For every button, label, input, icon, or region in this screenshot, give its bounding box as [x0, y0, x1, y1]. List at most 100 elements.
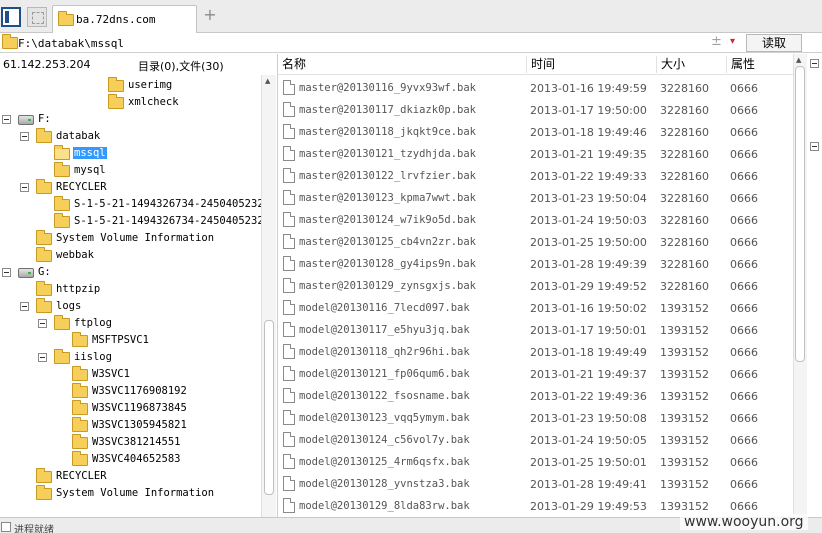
tree-node-label: MSFTPSVC1	[92, 334, 149, 346]
tree-node[interactable]: G:	[0, 264, 261, 281]
tree-node[interactable]: httpzip	[0, 281, 261, 298]
scroll-thumb[interactable]	[795, 66, 805, 362]
file-row[interactable]: master@20130123_kpma7wwt.bak 2013-01-23 1…	[278, 187, 793, 209]
folder-icon	[72, 400, 88, 415]
file-row[interactable]: master@20130118_jkqkt9ce.bak 2013-01-18 1…	[278, 121, 793, 143]
tree-scrollbar[interactable]: ▲	[261, 75, 276, 517]
file-name: model@20130125_4rm6qsfx.bak	[299, 456, 470, 468]
file-attr: 0666	[730, 192, 758, 205]
file-row[interactable]: master@20130128_gy4ips9n.bak 2013-01-28 1…	[278, 253, 793, 275]
tree-node[interactable]: S-1-5-21-1494326734-2450405232-	[0, 196, 261, 213]
folder-icon	[54, 196, 70, 211]
collapse-icon[interactable]	[2, 268, 11, 277]
path-input[interactable]	[18, 35, 708, 51]
file-name: model@20130128_yvnstza3.bak	[299, 478, 470, 490]
file-attr: 0666	[730, 236, 758, 249]
collapse-icon[interactable]	[810, 59, 819, 68]
file-name: model@20130123_vqq5ymym.bak	[299, 412, 470, 424]
file-row[interactable]: model@20130124_c56vol7y.bak 2013-01-24 19…	[278, 429, 793, 451]
file-name: model@20130122_fsosname.bak	[299, 390, 470, 402]
tree-node-label: W3SVC381214551	[92, 436, 181, 448]
folder-icon	[36, 298, 52, 313]
file-attr: 0666	[730, 456, 758, 469]
file-time: 2013-01-18 19:49:46	[530, 126, 647, 139]
column-time[interactable]: 时间	[527, 56, 657, 73]
column-size[interactable]: 大小	[657, 56, 727, 73]
collapse-icon[interactable]	[2, 115, 11, 124]
tree-node[interactable]: RECYCLER	[0, 179, 261, 196]
scroll-up-icon[interactable]: ▲	[796, 56, 801, 64]
tree-node-label: W3SVC1176908192	[92, 385, 187, 397]
file-row[interactable]: model@20130122_fsosname.bak 2013-01-22 19…	[278, 385, 793, 407]
tree-node[interactable]: webbak	[0, 247, 261, 264]
tree-node[interactable]: iislog	[0, 349, 261, 366]
chevron-down-icon[interactable]: ▾	[730, 36, 735, 47]
file-row[interactable]: model@20130117_e5hyu3jq.bak 2013-01-17 19…	[278, 319, 793, 341]
file-row[interactable]: model@20130121_fp06qum6.bak 2013-01-21 19…	[278, 363, 793, 385]
tree-node[interactable]: W3SVC381214551	[0, 434, 261, 451]
side-toolbar	[807, 54, 822, 517]
tree-node[interactable]: userimg	[0, 77, 261, 94]
panel-toggle-button[interactable]	[1, 7, 21, 27]
plus-minus-icon[interactable]: ±	[711, 34, 722, 49]
tree-node[interactable]: logs	[0, 298, 261, 315]
tree-node[interactable]: mssql	[0, 145, 261, 162]
file-attr: 0666	[730, 82, 758, 95]
tree-node-label: S-1-5-21-1494326734-2450405232-	[74, 198, 261, 210]
tree-node[interactable]: ftplog	[0, 315, 261, 332]
file-row[interactable]: master@20130117_dkiazk0p.bak 2013-01-17 1…	[278, 99, 793, 121]
file-time: 2013-01-16 19:49:59	[530, 82, 647, 95]
scroll-thumb[interactable]	[264, 320, 274, 495]
file-attr: 0666	[730, 258, 758, 271]
tree-node[interactable]: RECYCLER	[0, 468, 261, 485]
column-attr[interactable]: 属性	[727, 56, 793, 73]
file-row[interactable]: model@20130128_yvnstza3.bak 2013-01-28 19…	[278, 473, 793, 495]
tree-node[interactable]: System Volume Information	[0, 230, 261, 247]
collapse-icon[interactable]	[20, 132, 29, 141]
file-row[interactable]: model@20130125_4rm6qsfx.bak 2013-01-25 19…	[278, 451, 793, 473]
file-row[interactable]: model@20130116_7lecd097.bak 2013-01-16 19…	[278, 297, 793, 319]
dir-file-count: 目录(0),文件(30)	[138, 60, 224, 73]
tree-node[interactable]: F:	[0, 111, 261, 128]
scroll-up-icon[interactable]: ▲	[265, 77, 270, 85]
status-text: 进程就绪	[14, 525, 54, 533]
file-row[interactable]: master@20130129_zynsgxjs.bak 2013-01-29 1…	[278, 275, 793, 297]
file-size: 3228160	[660, 82, 709, 95]
file-time: 2013-01-21 19:49:37	[530, 368, 647, 381]
add-tab-button[interactable]: +	[203, 7, 217, 23]
collapse-icon[interactable]	[810, 142, 819, 151]
status-indicator-icon	[1, 522, 11, 532]
file-row[interactable]: master@20130116_9yvx93wf.bak 2013-01-16 1…	[278, 77, 793, 99]
collapse-icon[interactable]	[20, 302, 29, 311]
file-icon	[283, 80, 295, 95]
tab-label: ba.72dns.com	[76, 13, 156, 26]
tree-node[interactable]: W3SVC404652583	[0, 451, 261, 468]
tree-node[interactable]: W3SVC1196873845	[0, 400, 261, 417]
collapse-icon[interactable]	[38, 353, 47, 362]
tree-node-label: G:	[38, 266, 51, 278]
tree-node[interactable]: System Volume Information	[0, 485, 261, 502]
file-row[interactable]: master@20130121_tzydhjda.bak 2013-01-21 1…	[278, 143, 793, 165]
tree-node[interactable]: W3SVC1176908192	[0, 383, 261, 400]
file-row[interactable]: model@20130123_vqq5ymym.bak 2013-01-23 19…	[278, 407, 793, 429]
tree-node[interactable]: xmlcheck	[0, 94, 261, 111]
tab-site[interactable]: ba.72dns.com	[52, 5, 197, 33]
tree-node[interactable]: W3SVC1	[0, 366, 261, 383]
new-window-button[interactable]	[27, 7, 47, 27]
column-name[interactable]: 名称	[278, 56, 527, 73]
file-list-scrollbar[interactable]: ▲	[793, 54, 807, 517]
tree-node[interactable]: W3SVC1305945821	[0, 417, 261, 434]
file-row[interactable]: master@20130125_cb4vn2zr.bak 2013-01-25 1…	[278, 231, 793, 253]
file-attr: 0666	[730, 324, 758, 337]
tree-node[interactable]: MSFTPSVC1	[0, 332, 261, 349]
file-row[interactable]: master@20130122_lrvfzier.bak 2013-01-22 1…	[278, 165, 793, 187]
read-button[interactable]: 读取	[746, 34, 802, 52]
tree-node[interactable]: databak	[0, 128, 261, 145]
tree-node[interactable]: mysql	[0, 162, 261, 179]
file-row[interactable]: model@20130118_qh2r96hi.bak 2013-01-18 19…	[278, 341, 793, 363]
collapse-icon[interactable]	[20, 183, 29, 192]
file-row[interactable]: master@20130124_w7ik9o5d.bak 2013-01-24 1…	[278, 209, 793, 231]
tree-node[interactable]: S-1-5-21-1494326734-2450405232-	[0, 213, 261, 230]
tree-node-label: logs	[56, 300, 82, 312]
collapse-icon[interactable]	[38, 319, 47, 328]
